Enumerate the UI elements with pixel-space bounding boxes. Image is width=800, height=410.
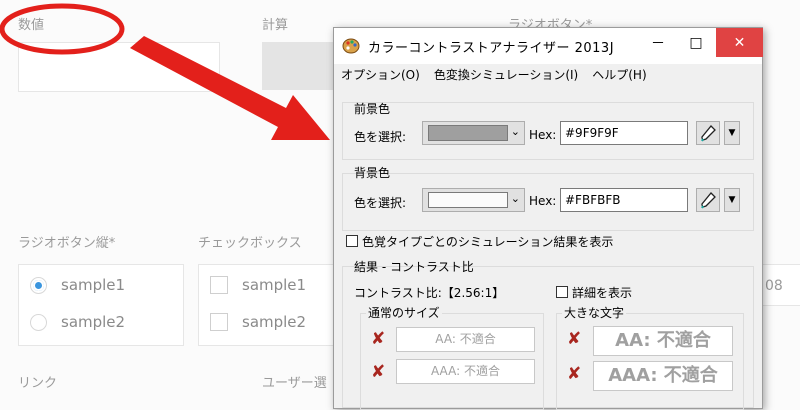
highlight-circle — [0, 3, 125, 55]
contrast-ratio-text: コントラスト比:【2.56:1】 — [354, 286, 505, 300]
eyedropper-icon — [701, 192, 716, 209]
large-aa-result: AA: 不適合 — [593, 326, 733, 356]
large-aaa-result: AAA: 不適合 — [593, 361, 733, 391]
menu-options[interactable]: オプション(O) — [341, 66, 420, 83]
title-bar[interactable]: カラーコントラストアナライザー 2013J － □ ✕ — [334, 28, 763, 64]
result-group-title: 結果 - コントラスト比 — [354, 260, 474, 274]
foreground-eyedropper-button[interactable] — [696, 121, 720, 145]
normal-size-title: 通常のサイズ — [366, 304, 442, 321]
background-hex-label: Hex: — [529, 194, 557, 208]
red-arrow-icon — [130, 36, 330, 140]
show-details-label: 詳細を表示 — [572, 286, 633, 300]
close-button[interactable]: ✕ — [716, 28, 763, 57]
show-simulation-checkbox[interactable] — [346, 235, 358, 247]
large-text-title: 大きな文字 — [562, 304, 627, 321]
fail-x-icon: ✘ — [371, 329, 386, 349]
background-select-label: 色を選択: — [354, 196, 407, 210]
chevron-down-icon: ⌄ — [510, 125, 520, 138]
show-simulation-label: 色覚タイプごとのシミュレーション結果を表示 — [362, 235, 614, 249]
foreground-color-combo[interactable]: ⌄ — [422, 121, 525, 145]
eyedropper-icon — [701, 125, 716, 142]
chevron-down-icon: ⌄ — [510, 192, 520, 205]
background-dropdown-button[interactable]: ▼ — [724, 188, 740, 212]
palette-icon — [342, 38, 360, 54]
background-color-combo[interactable]: ⌄ — [422, 188, 525, 212]
menu-help[interactable]: ヘルプ(H) — [592, 66, 646, 83]
fail-x-icon: ✘ — [567, 364, 582, 384]
foreground-hex-label: Hex: — [529, 128, 557, 142]
normal-aa-result: AA: 不適合 — [396, 327, 535, 352]
background-swatch — [428, 192, 508, 208]
normal-aaa-result: AAA: 不適合 — [396, 359, 535, 384]
minimize-button[interactable]: － — [639, 28, 677, 57]
menu-color-simulation[interactable]: 色変換シミュレーション(I) — [434, 66, 578, 83]
foreground-select-label: 色を選択: — [354, 130, 407, 144]
fail-x-icon: ✘ — [371, 362, 386, 382]
fail-x-icon: ✘ — [567, 329, 582, 349]
maximize-button[interactable]: □ — [677, 28, 715, 57]
show-details-checkbox[interactable] — [556, 286, 568, 298]
window-title: カラーコントラストアナライザー 2013J — [368, 40, 615, 56]
foreground-group-title: 前景色 — [354, 102, 391, 116]
foreground-dropdown-button[interactable]: ▼ — [724, 121, 740, 145]
background-hex-input[interactable]: #FBFBFB — [560, 188, 688, 212]
foreground-swatch — [428, 125, 508, 141]
foreground-hex-input[interactable]: #9F9F9F — [560, 121, 688, 145]
color-contrast-analyser-window: カラーコントラストアナライザー 2013J － □ ✕ オプション(O) 色変換… — [333, 27, 763, 410]
background-eyedropper-button[interactable] — [696, 188, 720, 212]
background-group-title: 背景色 — [354, 166, 391, 180]
menu-bar: オプション(O) 色変換シミュレーション(I) ヘルプ(H) — [334, 64, 762, 84]
